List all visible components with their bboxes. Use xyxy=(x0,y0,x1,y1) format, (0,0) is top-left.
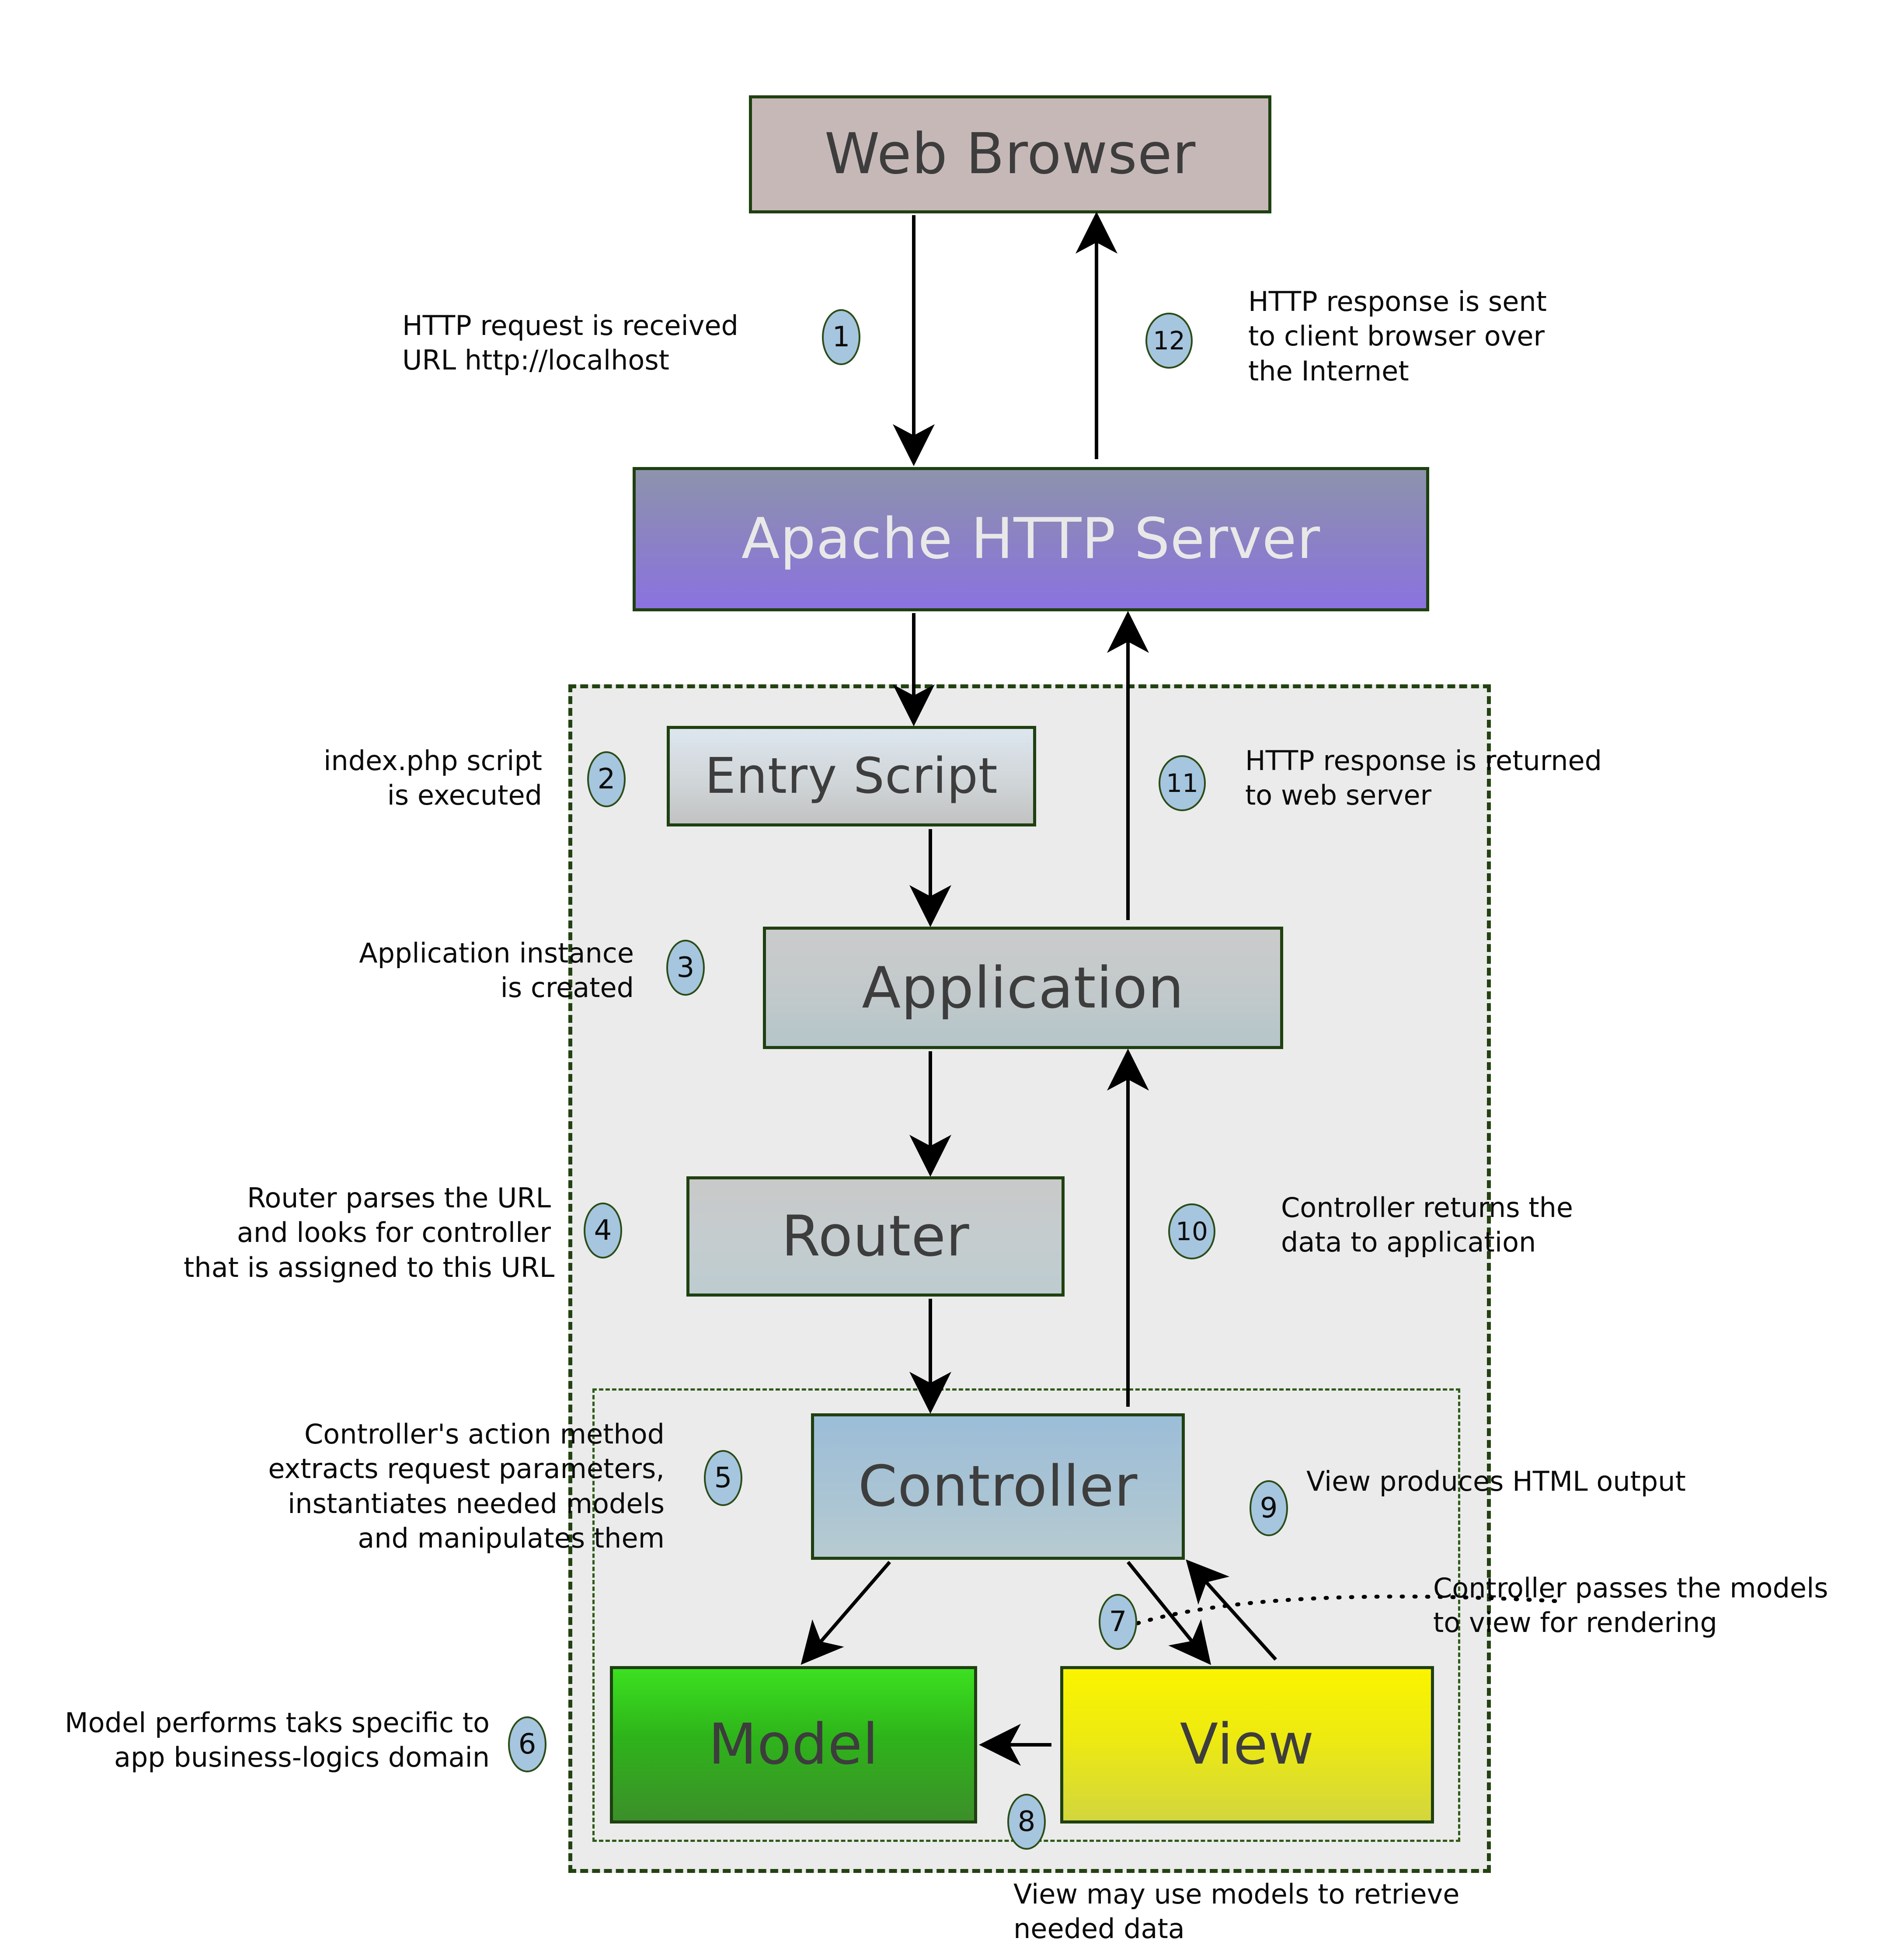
step-badge-11[interactable]: 11 xyxy=(1159,755,1206,811)
node-web-browser[interactable]: Web Browser xyxy=(749,95,1271,213)
node-entry-script[interactable]: Entry Script xyxy=(667,726,1036,826)
step-badge-5[interactable]: 5 xyxy=(704,1450,742,1506)
step-text-7: Controller passes the models to view for… xyxy=(1433,1572,1828,1639)
node-model[interactable]: Model xyxy=(610,1666,977,1823)
node-application-label: Application xyxy=(862,955,1184,1021)
node-web-browser-label: Web Browser xyxy=(824,122,1196,187)
node-controller-label: Controller xyxy=(858,1454,1138,1519)
step-badge-5-number: 5 xyxy=(714,1462,732,1494)
step-badge-4[interactable]: 4 xyxy=(584,1203,622,1259)
step-text-8: View may use models to retrieve needed d… xyxy=(1013,1878,1460,1945)
node-application[interactable]: Application xyxy=(763,927,1283,1049)
node-entry-script-label: Entry Script xyxy=(705,748,998,805)
step-badge-7[interactable]: 7 xyxy=(1099,1594,1137,1650)
step-text-4: Router parses the URL and looks for cont… xyxy=(184,1182,555,1283)
node-view-label: View xyxy=(1180,1712,1315,1777)
node-apache-http-server-label: Apache HTTP Server xyxy=(741,506,1321,572)
step-badge-2-number: 2 xyxy=(597,763,616,795)
step-text-3: Application instance is created xyxy=(359,937,634,1004)
step-badge-7-number: 7 xyxy=(1109,1606,1127,1638)
node-apache-http-server[interactable]: Apache HTTP Server xyxy=(633,467,1429,611)
node-model-label: Model xyxy=(708,1712,879,1777)
node-router-label: Router xyxy=(781,1203,970,1269)
node-view[interactable]: View xyxy=(1060,1666,1434,1823)
step-text-6: Model performs taks specific to app busi… xyxy=(65,1707,490,1774)
step-badge-11-number: 11 xyxy=(1166,768,1198,798)
step-badge-8-number: 8 xyxy=(1017,1806,1036,1838)
step-badge-8[interactable]: 8 xyxy=(1007,1794,1046,1850)
step-text-9: View produces HTML output xyxy=(1306,1465,1686,1497)
step-badge-3-number: 3 xyxy=(676,952,695,984)
step-badge-12[interactable]: 12 xyxy=(1145,313,1193,369)
step-badge-9-number: 9 xyxy=(1260,1492,1278,1524)
step-badge-10-number: 10 xyxy=(1176,1217,1208,1246)
diagram-canvas: Web Browser Apache HTTP Server Entry Scr… xyxy=(0,0,1904,1949)
step-badge-2[interactable]: 2 xyxy=(587,751,626,807)
step-badge-1[interactable]: 1 xyxy=(822,309,860,365)
node-router[interactable]: Router xyxy=(686,1176,1065,1297)
step-text-10: Controller returns the data to applicati… xyxy=(1281,1192,1573,1259)
step-badge-10[interactable]: 10 xyxy=(1168,1203,1215,1259)
step-text-11: HTTP response is returned to web server xyxy=(1245,745,1602,812)
step-badge-6[interactable]: 6 xyxy=(508,1716,546,1772)
step-text-5: Controller's action method extracts requ… xyxy=(268,1418,665,1555)
step-text-12: HTTP response is sent to client browser … xyxy=(1248,286,1547,387)
step-text-1: HTTP request is received URL http://loca… xyxy=(402,310,738,377)
node-controller[interactable]: Controller xyxy=(811,1413,1185,1560)
step-badge-9[interactable]: 9 xyxy=(1250,1480,1288,1536)
step-badge-12-number: 12 xyxy=(1153,326,1185,356)
step-badge-6-number: 6 xyxy=(518,1728,536,1761)
step-text-2: index.php script is executed xyxy=(324,745,542,812)
step-badge-1-number: 1 xyxy=(832,321,850,353)
step-badge-3[interactable]: 3 xyxy=(666,940,705,996)
step-badge-4-number: 4 xyxy=(594,1214,612,1247)
